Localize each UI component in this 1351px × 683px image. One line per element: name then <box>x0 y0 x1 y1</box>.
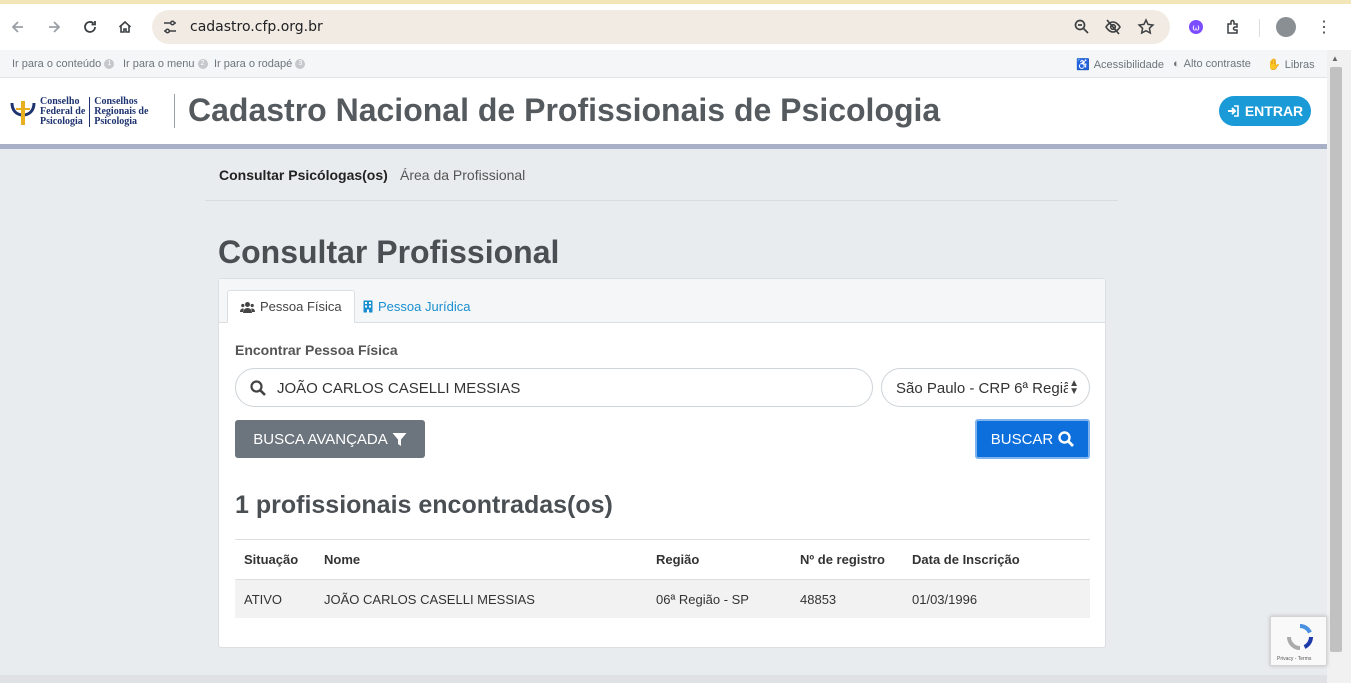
search-card: Pessoa Física Pessoa Jurídica Encontrar … <box>218 278 1106 648</box>
header-situacao: Situação <box>244 552 299 567</box>
high-contrast-label: Alto contraste <box>1183 58 1251 70</box>
page-title: Consultar Profissional <box>218 234 560 270</box>
cell-nome: JOÃO CARLOS CASELLI MESSIAS <box>324 592 535 607</box>
reload-icon[interactable] <box>79 16 101 38</box>
psi-logo-icon <box>10 101 36 125</box>
advanced-search-button[interactable]: BUSCA AVANÇADA <box>235 420 425 458</box>
search-tabs: Pessoa Física Pessoa Jurídica <box>219 279 1105 323</box>
extension-icon[interactable]: ω <box>1188 19 1204 35</box>
nav-consultar-psicologos[interactable]: Consultar Psicólogas(os) <box>219 167 388 183</box>
logo-line: Psicologia <box>94 116 138 127</box>
hand-icon: ✋ <box>1267 59 1281 71</box>
browser-toolbar: cadastro.cfp.org.br ω ⋮ <box>0 4 1351 50</box>
skip-link-label: Ir para o menu <box>123 58 195 70</box>
select-arrows-icon: ▲ ▼ <box>1069 378 1079 397</box>
skip-links-bar: Ir para o conteúdo 1 Ir para o menu 2 Ir… <box>0 50 1327 78</box>
nav-area-profissional[interactable]: Área da Profissional <box>400 167 525 183</box>
bookmark-star-icon[interactable] <box>1137 18 1155 36</box>
recaptcha-terms[interactable]: Privacy - Terms <box>1277 656 1311 662</box>
filter-icon <box>392 432 407 446</box>
skip-to-content-link[interactable]: Ir para o conteúdo 1 <box>12 58 115 70</box>
page-scrollbar[interactable]: ▲ <box>1327 50 1351 683</box>
enter-button-label: ENTRAR <box>1244 103 1304 119</box>
toolbar-separator <box>1259 19 1260 37</box>
building-icon <box>363 300 373 313</box>
tab-label: Pessoa Física <box>260 299 342 314</box>
cfp-logo[interactable]: Conselho Federal de Psicologia Conselhos… <box>10 95 148 129</box>
search-icon <box>250 380 266 396</box>
table-header: Situação Nome Região Nº de registro Data… <box>235 539 1090 580</box>
skip-link-label: Ir para o conteúdo <box>12 58 102 70</box>
site-header: Conselho Federal de Psicologia Conselhos… <box>0 78 1327 144</box>
wheelchair-icon: ♿ <box>1076 59 1090 71</box>
results-count: 1 profissionais encontradas(os) <box>235 491 613 519</box>
home-icon[interactable] <box>114 16 136 38</box>
scrollbar-thumb[interactable] <box>1330 67 1342 652</box>
cell-regiao: 06ª Região - SP <box>656 592 749 607</box>
logo-line: Psicologia <box>40 116 83 127</box>
site-settings-icon[interactable] <box>163 19 177 35</box>
advanced-search-label: BUSCA AVANÇADA <box>253 430 388 448</box>
header-registro: Nº de registro <box>800 552 885 567</box>
find-person-label: Encontrar Pessoa Física <box>235 342 398 358</box>
forward-icon[interactable] <box>43 16 65 38</box>
tab-pessoa-juridica[interactable]: Pessoa Jurídica <box>351 290 483 323</box>
search-button-label: BUSCAR <box>990 430 1054 448</box>
back-icon[interactable] <box>7 16 29 38</box>
crp-logo-text: Conselhos Regionais de Psicologia <box>94 97 148 127</box>
site-title: Cadastro Nacional de Profissionais de Ps… <box>188 92 941 128</box>
more-menu-icon[interactable]: ⋮ <box>1316 17 1332 37</box>
search-input-value: JOÃO CARLOS CASELLI MESSIAS <box>277 380 521 397</box>
libras-link[interactable]: ✋ Libras <box>1267 58 1315 72</box>
skip-to-menu-link[interactable]: Ir para o menu 2 <box>123 58 208 70</box>
cell-registro: 48853 <box>800 592 837 607</box>
recaptcha-icon <box>1287 624 1313 650</box>
cell-data-inscricao: 01/03/1996 <box>912 592 978 607</box>
tab-label: Pessoa Jurídica <box>378 299 471 314</box>
svg-text:ω: ω <box>1192 24 1200 34</box>
cfp-logo-text: Conselho Federal de Psicologia <box>40 97 85 127</box>
sub-navigation: Consultar Psicólogas(os) Área da Profiss… <box>205 149 1118 201</box>
search-input[interactable]: JOÃO CARLOS CASELLI MESSIAS <box>235 368 873 407</box>
search-button[interactable]: BUSCAR <box>975 419 1090 459</box>
bottom-strip <box>0 675 1327 683</box>
header-divider <box>174 94 175 128</box>
skip-to-footer-link[interactable]: Ir para o rodapé 3 <box>214 58 306 70</box>
skip-link-number: 1 <box>104 59 115 69</box>
accessibility-link[interactable]: ♿ Acessibilidade <box>1076 58 1165 72</box>
cell-situacao: ATIVO <box>244 592 283 607</box>
region-select-value: São Paulo - CRP 6ª Região <box>896 380 1068 397</box>
header-nome: Nome <box>324 552 361 567</box>
address-bar[interactable]: cadastro.cfp.org.br <box>152 10 1170 44</box>
libras-label: Libras <box>1284 58 1315 71</box>
tab-pessoa-fisica[interactable]: Pessoa Física <box>227 290 355 323</box>
enter-button[interactable]: ENTRAR <box>1219 96 1311 126</box>
accessibility-label: Acessibilidade <box>1093 58 1165 71</box>
logo-separator <box>89 97 91 127</box>
profile-avatar[interactable] <box>1276 17 1296 37</box>
search-icon <box>1058 431 1075 447</box>
skip-link-number: 2 <box>197 59 208 69</box>
sign-in-icon <box>1227 105 1239 117</box>
recaptcha-badge[interactable]: Privacy - Terms <box>1270 616 1327 666</box>
header-data-inscricao: Data de Inscrição <box>912 552 1020 567</box>
skip-link-number: 3 <box>295 59 306 69</box>
url-text[interactable]: cadastro.cfp.org.br <box>190 19 323 35</box>
puzzle-icon[interactable] <box>1224 18 1242 36</box>
region-select[interactable]: São Paulo - CRP 6ª Região ▲ ▼ <box>881 368 1090 407</box>
header-regiao: Região <box>656 552 700 567</box>
contrast-icon: ◐ <box>1173 58 1180 70</box>
scroll-up-icon[interactable]: ▲ <box>1331 54 1339 63</box>
high-contrast-link[interactable]: ◐ Alto contraste <box>1173 58 1251 70</box>
skip-link-label: Ir para o rodapé <box>214 58 293 70</box>
zoom-icon[interactable] <box>1073 18 1091 36</box>
users-icon <box>240 301 255 313</box>
table-row[interactable]: ATIVO JOÃO CARLOS CASELLI MESSIAS 06ª Re… <box>235 580 1090 618</box>
eye-off-icon[interactable] <box>1104 18 1122 36</box>
